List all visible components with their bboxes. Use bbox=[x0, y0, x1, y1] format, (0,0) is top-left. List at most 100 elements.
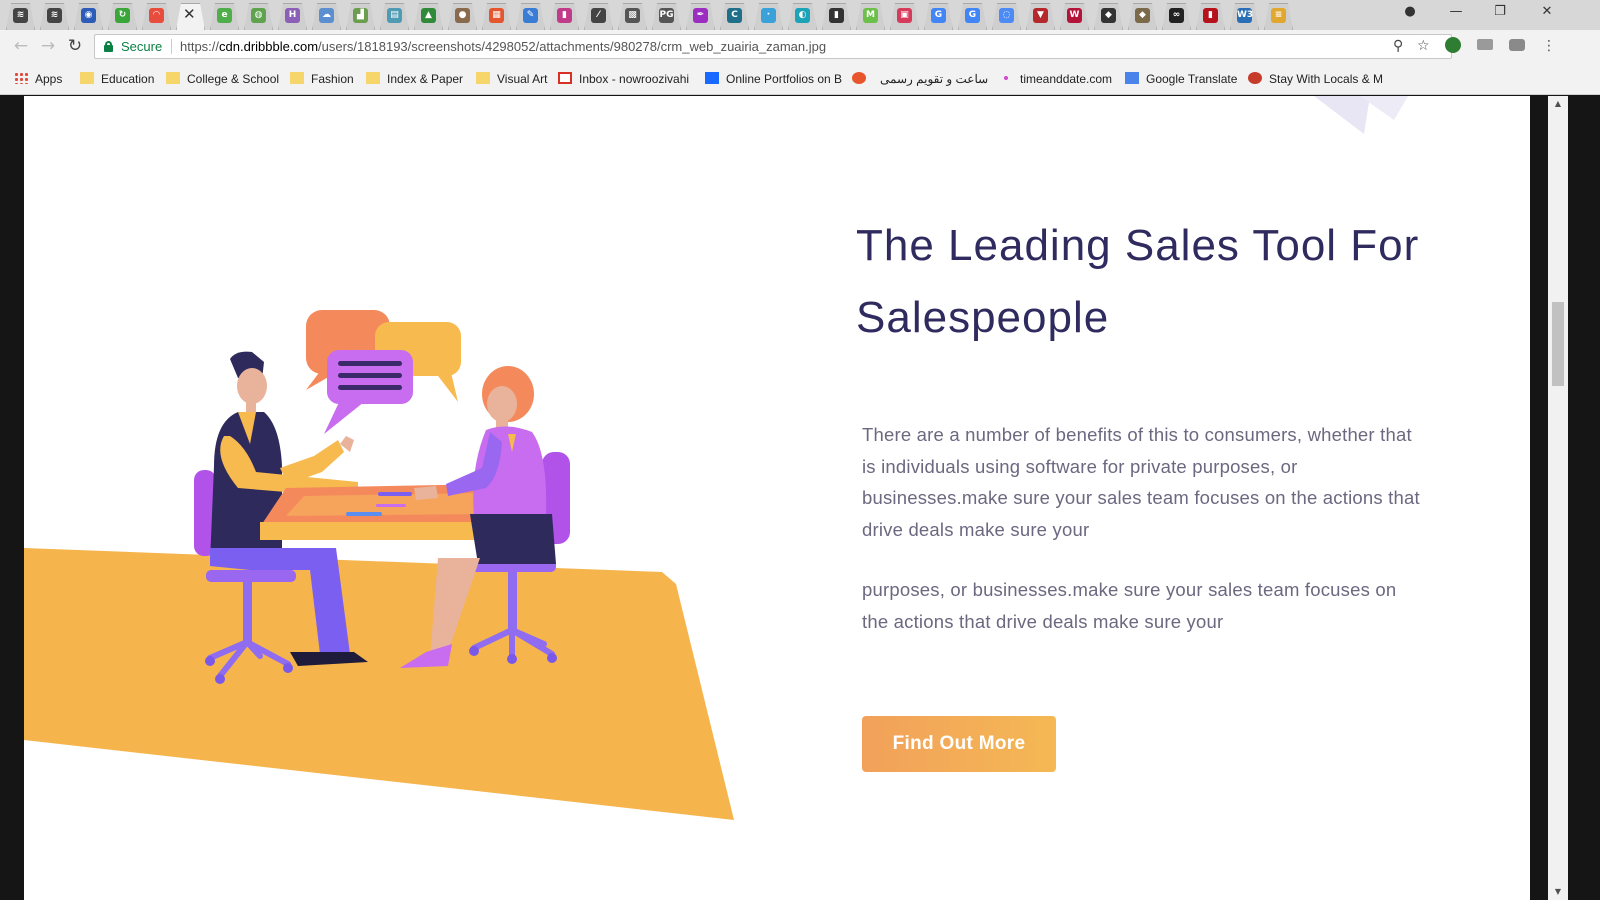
letter-c-icon: C bbox=[727, 8, 742, 23]
bookmark-item[interactable]: Visual Art bbox=[476, 70, 547, 88]
browser-tab[interactable]: ▟ bbox=[346, 3, 375, 30]
browser-tab[interactable]: ◍ bbox=[244, 3, 273, 30]
back-arrow-icon[interactable]: ← bbox=[10, 35, 32, 57]
browser-tab[interactable]: ✒ bbox=[686, 3, 715, 30]
behance-icon bbox=[705, 72, 719, 84]
url-text[interactable]: https://cdn.dribbble.com/users/1818193/s… bbox=[180, 39, 826, 54]
globe-red-icon bbox=[1248, 72, 1262, 84]
browser-tab[interactable]: ◉ bbox=[74, 3, 103, 30]
browser-toolbar: ← → ↻ Secure https://cdn.dribbble.com/us… bbox=[0, 30, 1600, 63]
browser-tab[interactable]: W bbox=[1060, 3, 1089, 30]
restore-icon[interactable]: ❐ bbox=[1488, 4, 1512, 19]
browser-tab[interactable]: W3 bbox=[1230, 3, 1259, 30]
scroll-down-arrow-icon[interactable]: ▼ bbox=[1548, 884, 1568, 900]
bookmark-star-icon[interactable]: ☆ bbox=[1417, 38, 1430, 54]
close-window-icon[interactable]: ✕ bbox=[1535, 4, 1559, 19]
browser-tab[interactable]: ▦ bbox=[482, 3, 511, 30]
browser-tab[interactable]: ◠ bbox=[142, 3, 171, 30]
bookmark-item[interactable]: Index & Paper bbox=[366, 70, 463, 88]
page-scrollbar[interactable]: ▲ ▼ bbox=[1548, 96, 1568, 900]
address-bar[interactable]: Secure https://cdn.dribbble.com/users/18… bbox=[94, 34, 1452, 59]
browser-tab[interactable]: ✎ bbox=[516, 3, 545, 30]
browser-tab[interactable]: H bbox=[278, 3, 307, 30]
scroll-up-arrow-icon[interactable]: ▲ bbox=[1548, 96, 1568, 112]
bookmark-item[interactable] bbox=[852, 70, 873, 88]
menu-lines-icon: ≋ bbox=[13, 8, 28, 23]
extension-globe-icon[interactable] bbox=[1445, 37, 1461, 53]
find-out-more-button[interactable]: Find Out More bbox=[862, 716, 1056, 772]
globe-icon: ◍ bbox=[251, 8, 266, 23]
browser-tab[interactable]: ▤ bbox=[380, 3, 409, 30]
browser-tab[interactable]: ● bbox=[448, 3, 477, 30]
close-icon[interactable]: ✕ bbox=[183, 5, 196, 23]
browser-tab[interactable]: PG bbox=[652, 3, 681, 30]
browser-tab[interactable]: C bbox=[720, 3, 749, 30]
bookmark-item[interactable]: Fashion bbox=[290, 70, 354, 88]
forward-arrow-icon[interactable]: → bbox=[37, 35, 59, 57]
minimize-icon[interactable]: — bbox=[1444, 4, 1468, 19]
bookmark-item[interactable]: Google Translate bbox=[1125, 70, 1237, 88]
browser-tab[interactable]: ▲ bbox=[414, 3, 443, 30]
bookmark-item[interactable]: Inbox - nowroozivahi bbox=[558, 70, 689, 88]
browser-tab[interactable]: G bbox=[924, 3, 953, 30]
bookmark-label: Visual Art bbox=[497, 72, 548, 86]
browser-tab[interactable]: ⁄ bbox=[584, 3, 613, 30]
browser-tab[interactable]: e bbox=[210, 3, 239, 30]
zoom-search-icon[interactable]: ⚲ bbox=[1393, 38, 1403, 54]
bookmark-item[interactable]: ساعت و تقویم رسمی bbox=[880, 70, 988, 88]
browser-tab[interactable]: M bbox=[856, 3, 885, 30]
rainbow-icon: ◠ bbox=[149, 8, 164, 23]
bookmark-item[interactable]: Online Portfolios on B bbox=[705, 70, 842, 88]
browser-tab[interactable]: ↻ bbox=[108, 3, 137, 30]
profile-icon[interactable]: ● bbox=[1398, 4, 1422, 19]
browser-tab[interactable]: ◐ bbox=[788, 3, 817, 30]
scrollbar-thumb[interactable] bbox=[1552, 302, 1564, 386]
browser-tab[interactable]: ✕ bbox=[176, 3, 205, 30]
browser-tab[interactable]: ▣ bbox=[890, 3, 919, 30]
browser-tab[interactable]: ▮ bbox=[822, 3, 851, 30]
browser-tab[interactable]: ▮ bbox=[550, 3, 579, 30]
pen-icon: ✎ bbox=[523, 8, 538, 23]
apps-grid-icon bbox=[14, 72, 28, 84]
crest-icon: ◆ bbox=[1135, 8, 1150, 23]
browser-tab[interactable]: ≋ bbox=[6, 3, 35, 30]
bookmark-icon: ▮ bbox=[1203, 8, 1218, 23]
extension-camera-icon[interactable] bbox=[1509, 39, 1525, 51]
t-circle-icon bbox=[852, 72, 866, 84]
browser-tab[interactable]: G bbox=[958, 3, 987, 30]
gift-icon: ▣ bbox=[897, 8, 912, 23]
bookmark-item[interactable]: timeanddate.com bbox=[999, 70, 1112, 88]
browser-tab[interactable]: ☁ bbox=[312, 3, 341, 30]
bookmarks-bar: Apps Education College & School Fashion Inde… bbox=[0, 63, 1600, 95]
bookmark-item[interactable]: College & School bbox=[166, 70, 279, 88]
browser-tab[interactable]: ◌ bbox=[992, 3, 1021, 30]
browser-tab[interactable]: ▮ bbox=[1196, 3, 1225, 30]
extension-inbox-icon[interactable] bbox=[1477, 39, 1493, 50]
browser-tab[interactable]: ∞ bbox=[1162, 3, 1191, 30]
coin-icon: ≡ bbox=[1271, 8, 1286, 23]
bookmark-item[interactable]: Stay With Locals & M bbox=[1248, 70, 1383, 88]
folder-icon bbox=[166, 72, 180, 84]
folder-icon bbox=[80, 72, 94, 84]
browser-tab[interactable]: ▩ bbox=[618, 3, 647, 30]
shield-icon: ◉ bbox=[81, 8, 96, 23]
menu-dots-icon[interactable]: ⋮ bbox=[1542, 38, 1556, 54]
browser-tab[interactable]: ◆ bbox=[1094, 3, 1123, 30]
lock-icon bbox=[104, 41, 113, 52]
browser-tab[interactable]: ≡ bbox=[1264, 3, 1293, 30]
bookmark-label: Google Translate bbox=[1146, 72, 1238, 86]
paint-icon: ▮ bbox=[557, 8, 572, 23]
browser-tab[interactable]: ◆ bbox=[1128, 3, 1157, 30]
bookmark-item[interactable]: Apps bbox=[14, 70, 62, 88]
reload-icon[interactable]: ↻ bbox=[64, 35, 86, 57]
browser-tab[interactable]: ▼ bbox=[1026, 3, 1055, 30]
cloud-icon: ☁ bbox=[319, 8, 334, 23]
tab-strip: ≋ ≋ ◉ ↻ ◠ ✕ e ◍ H ☁ ▟ ▤ ▲ ● ▦ ✎ ▮ ⁄ ▩ PG ✒ C · ◐ ▮ M ▣ G G ◌ ▼ W ◆ ◆ ∞ ▮ W3 ≡… bbox=[0, 0, 1600, 30]
browser-tab[interactable]: · bbox=[754, 3, 783, 30]
url-prefix: https:// bbox=[180, 39, 220, 54]
hero-paragraph-2: purposes, or businesses.make sure your s… bbox=[862, 579, 1397, 632]
w3-icon: W3 bbox=[1237, 8, 1253, 23]
tree-icon: ▲ bbox=[421, 8, 436, 23]
bookmark-item[interactable]: Education bbox=[80, 70, 154, 88]
browser-tab[interactable]: ≋ bbox=[40, 3, 69, 30]
